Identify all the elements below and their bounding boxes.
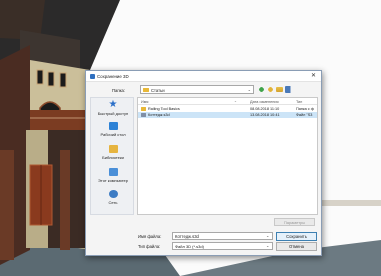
- computer-icon: [108, 168, 118, 176]
- app-icon: [90, 74, 95, 79]
- places-bar: ★ Быстрый доступ Рабочий стол Библиотеки…: [90, 97, 134, 215]
- look-in-label: Папка:: [112, 88, 126, 93]
- place-label: Сеть: [108, 200, 118, 205]
- desktop-icon: [108, 122, 118, 130]
- column-header-name[interactable]: Имя: [141, 100, 148, 104]
- file-name-input[interactable]: Коттедж.s3d: [172, 232, 273, 240]
- file-type-select[interactable]: Файл 3D (*.s3d): [172, 242, 273, 250]
- libraries-icon: [108, 145, 118, 153]
- file-icon: [141, 113, 146, 117]
- place-label: Библиотеки: [102, 155, 124, 160]
- file-row-selected[interactable]: Коттедж.s3d 13.08.2018 10:41 Файл "S3: [138, 112, 317, 118]
- chevron-down-icon[interactable]: ⌄: [266, 243, 269, 248]
- place-label: Рабочий стол: [100, 132, 126, 137]
- place-label: Этот компьютер: [98, 178, 128, 183]
- parameters-button[interactable]: Параметры: [274, 218, 315, 226]
- chevron-down-icon: ⌄: [247, 87, 251, 92]
- view-menu-icon[interactable]: [285, 86, 294, 93]
- file-type-label: Тип файла:: [138, 244, 161, 249]
- sort-chevron-icon: ⌄: [234, 99, 237, 103]
- cancel-button[interactable]: Отмена: [276, 242, 317, 251]
- save-button[interactable]: Сохранить: [276, 232, 317, 241]
- file-name: Railing Tool Basics: [148, 107, 180, 111]
- column-header-type[interactable]: Тип: [296, 100, 302, 104]
- file-name: Коттедж.s3d: [148, 113, 170, 117]
- network-icon: [108, 190, 118, 198]
- dialog-title: Сохранение 3D: [97, 74, 129, 79]
- title-bar[interactable]: Сохранение 3D ✕: [86, 71, 321, 82]
- place-quick-access[interactable]: ★ Быстрый доступ: [91, 99, 135, 123]
- chevron-down-icon[interactable]: ⌄: [266, 233, 269, 238]
- up-folder-icon[interactable]: [267, 86, 274, 93]
- file-date: 13.08.2018 10:41: [250, 113, 280, 117]
- star-icon: ★: [108, 99, 118, 110]
- new-folder-icon[interactable]: [276, 87, 283, 92]
- folder-icon: [141, 107, 146, 111]
- file-type: Папка с ф: [296, 107, 314, 111]
- place-label: Быстрый доступ: [97, 111, 129, 116]
- place-this-pc[interactable]: Этот компьютер: [91, 168, 135, 190]
- look-in-value: Статьи: [151, 88, 165, 93]
- place-desktop[interactable]: Рабочий стол: [91, 122, 135, 144]
- look-in-select[interactable]: Статьи ⌄: [140, 85, 254, 94]
- file-type: Файл "S3: [296, 113, 313, 117]
- save-3d-dialog: Сохранение 3D ✕ Папка: Статьи ⌄ ★ Быстры…: [85, 70, 322, 256]
- file-name-label: Имя файла:: [138, 234, 162, 239]
- file-date: 08.08.2018 11:10: [250, 107, 280, 111]
- folder-icon: [143, 88, 149, 92]
- place-libraries[interactable]: Библиотеки: [91, 145, 135, 167]
- place-network[interactable]: Сеть: [91, 190, 135, 212]
- back-icon[interactable]: [258, 86, 265, 93]
- file-list-header: Имя ⌄ Дата изменения Тип: [138, 98, 317, 105]
- column-header-date[interactable]: Дата изменения: [250, 100, 279, 104]
- close-icon[interactable]: ✕: [309, 72, 318, 81]
- file-list[interactable]: Имя ⌄ Дата изменения Тип Railing Tool Ba…: [137, 97, 318, 215]
